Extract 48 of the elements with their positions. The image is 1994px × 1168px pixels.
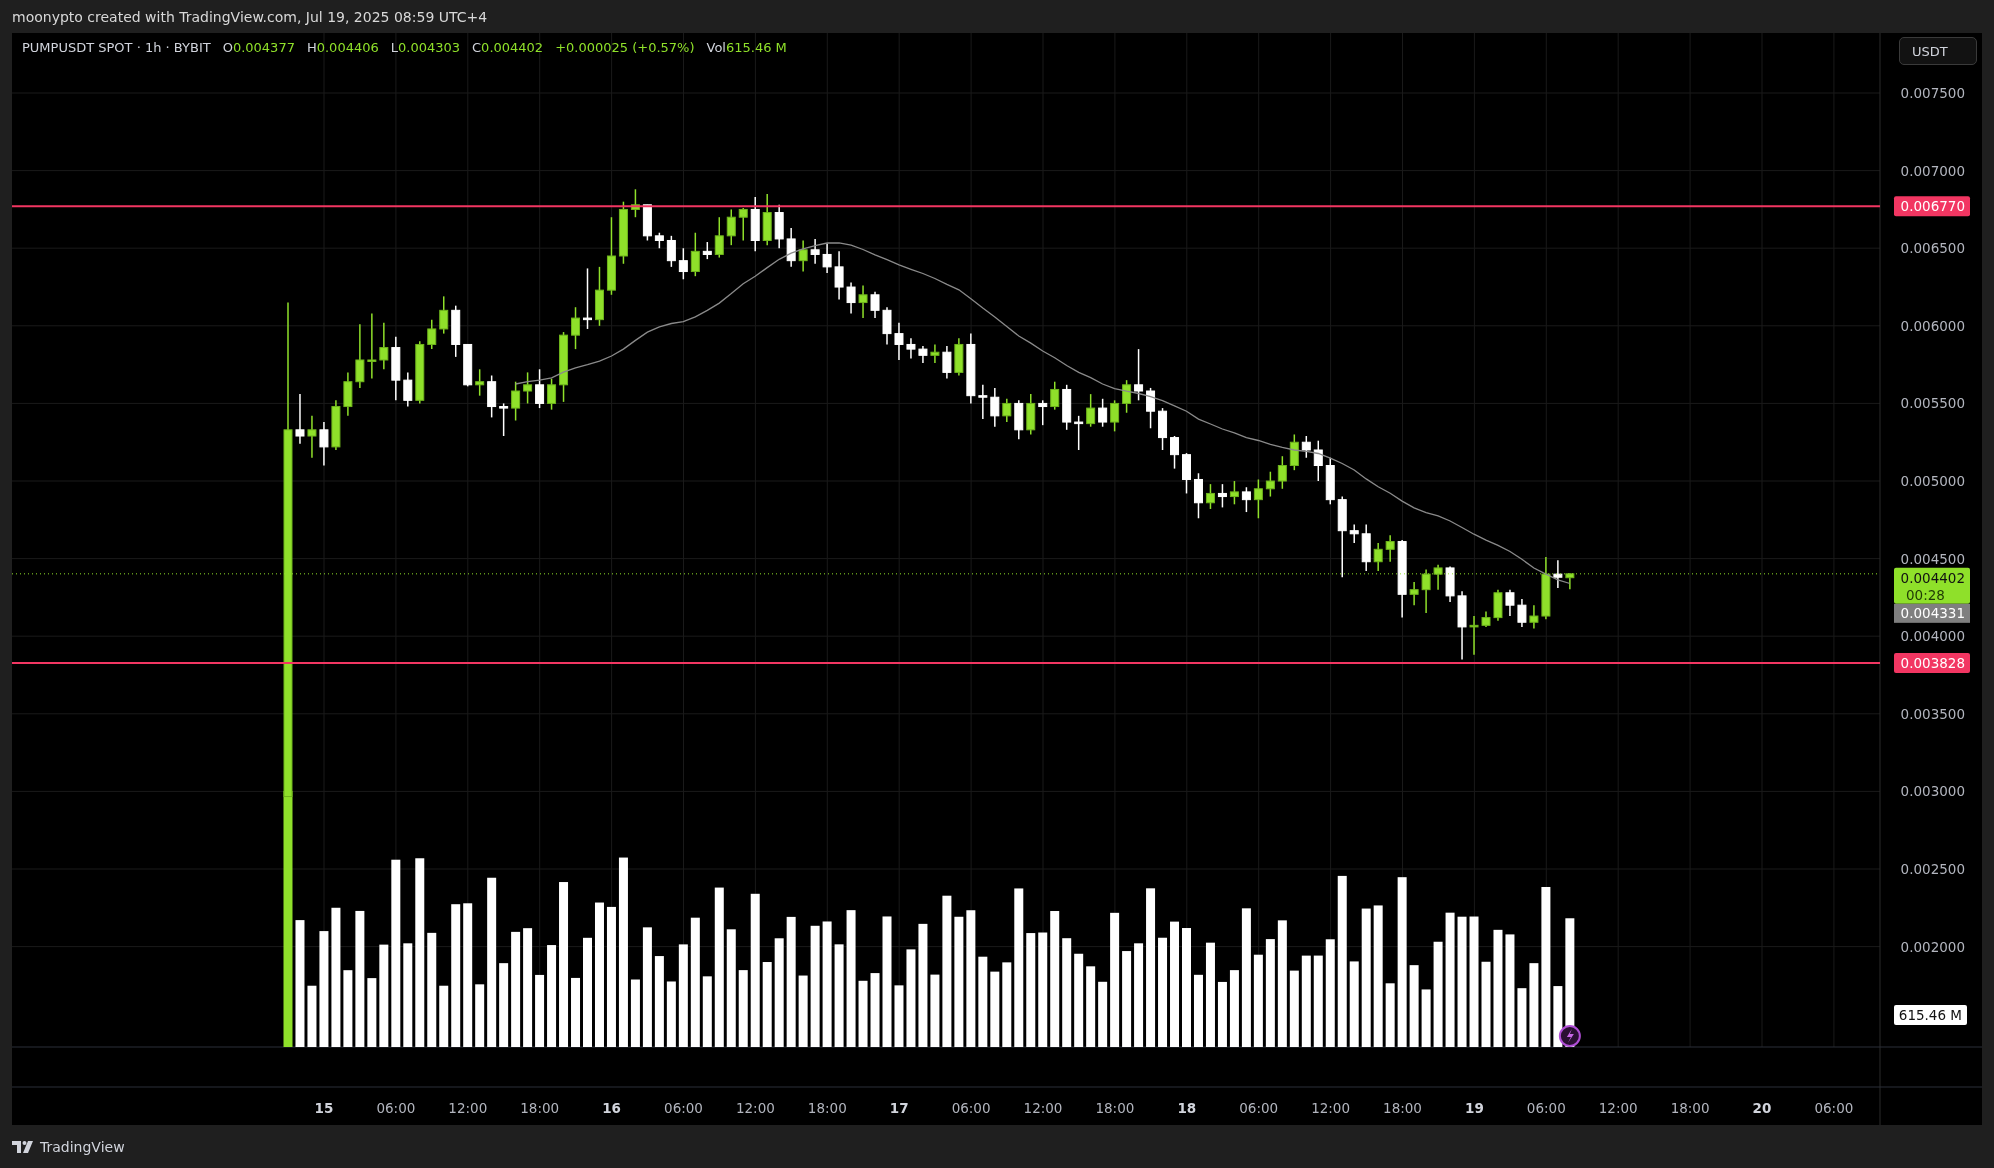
time-axis-label: 06:00 — [1239, 1100, 1279, 1116]
ohlc-value: L0.004303 — [390, 40, 461, 55]
ohlc-value: O0.004377 — [222, 40, 295, 55]
last-price-tag: 0.004402 00:28 — [1894, 567, 1970, 604]
time-axis-label: 18:00 — [1670, 1100, 1710, 1116]
symbol-label: PUMPUSDT SPOT · 1h · BYBIT — [22, 40, 211, 55]
price-change: +0.000025 (+0.57%) — [555, 40, 695, 55]
brand-name: TradingView — [40, 1138, 125, 1155]
time-axis-label: 06:00 — [664, 1100, 703, 1116]
price-axis-label: 0.005000 — [1900, 473, 1965, 489]
chart-caption: moonypto created with TradingView.com, Jul 19, 2025 08:59 UTC+4 — [12, 8, 488, 25]
time-axis-label: 06:00 — [376, 1100, 416, 1116]
time-axis-label: 06:00 — [1526, 1100, 1566, 1116]
time-axis-label: 12:00 — [1311, 1100, 1351, 1116]
price-axis-label: 0.003000 — [1900, 783, 1965, 800]
currency-button[interactable]: USDT — [1899, 37, 1977, 65]
price-axis-label: 0.007000 — [1900, 162, 1965, 179]
ohlc-value: H0.004406 — [306, 40, 379, 55]
time-axis-label: 15 — [314, 1100, 334, 1116]
time-axis-label: 20 — [1752, 1100, 1772, 1116]
time-axis-label: 06:00 — [951, 1100, 991, 1116]
price-axis-label: 0.003500 — [1900, 705, 1965, 722]
time-axis-label: 18:00 — [1095, 1100, 1135, 1116]
price-axis-label: 0.004500 — [1900, 550, 1965, 567]
volume-value: Vol615.46 M — [706, 40, 787, 55]
time-axis-label: 06:00 — [1814, 1100, 1854, 1116]
time-axis-label: 12:00 — [1023, 1100, 1063, 1116]
ohlc-value: C0.004402 — [472, 40, 544, 55]
time-axis-label: 19 — [1465, 1100, 1484, 1116]
price-axis-label: 0.007500 — [1900, 85, 1965, 101]
price-tag: 0.003828 — [1894, 652, 1970, 673]
time-axis-label: 18:00 — [520, 1100, 560, 1116]
price-axis-label: 0.002000 — [1900, 938, 1965, 955]
price-axis-label: 0.006000 — [1900, 317, 1965, 334]
time-axis-label: 12:00 — [735, 1100, 775, 1116]
volume-tag: 615.46 M — [1894, 1005, 1967, 1025]
time-axis-label: 18:00 — [807, 1100, 847, 1116]
time-axis-label: 18:00 — [1383, 1100, 1422, 1116]
price-axis-label: 0.006500 — [1900, 240, 1965, 257]
time-axis-label: 12:00 — [448, 1100, 488, 1116]
time-axis-label: 16 — [602, 1100, 621, 1116]
price-tag: 0.006770 — [1894, 196, 1970, 217]
price-axis-label: 0.002500 — [1900, 861, 1965, 877]
time-axis-label: 18 — [1177, 1100, 1197, 1116]
time-axis-label: 12:00 — [1598, 1100, 1638, 1116]
price-axis-label: 0.005500 — [1900, 395, 1965, 412]
time-axis-label: 17 — [889, 1100, 909, 1116]
price-axis-label: 0.004000 — [1900, 628, 1965, 645]
